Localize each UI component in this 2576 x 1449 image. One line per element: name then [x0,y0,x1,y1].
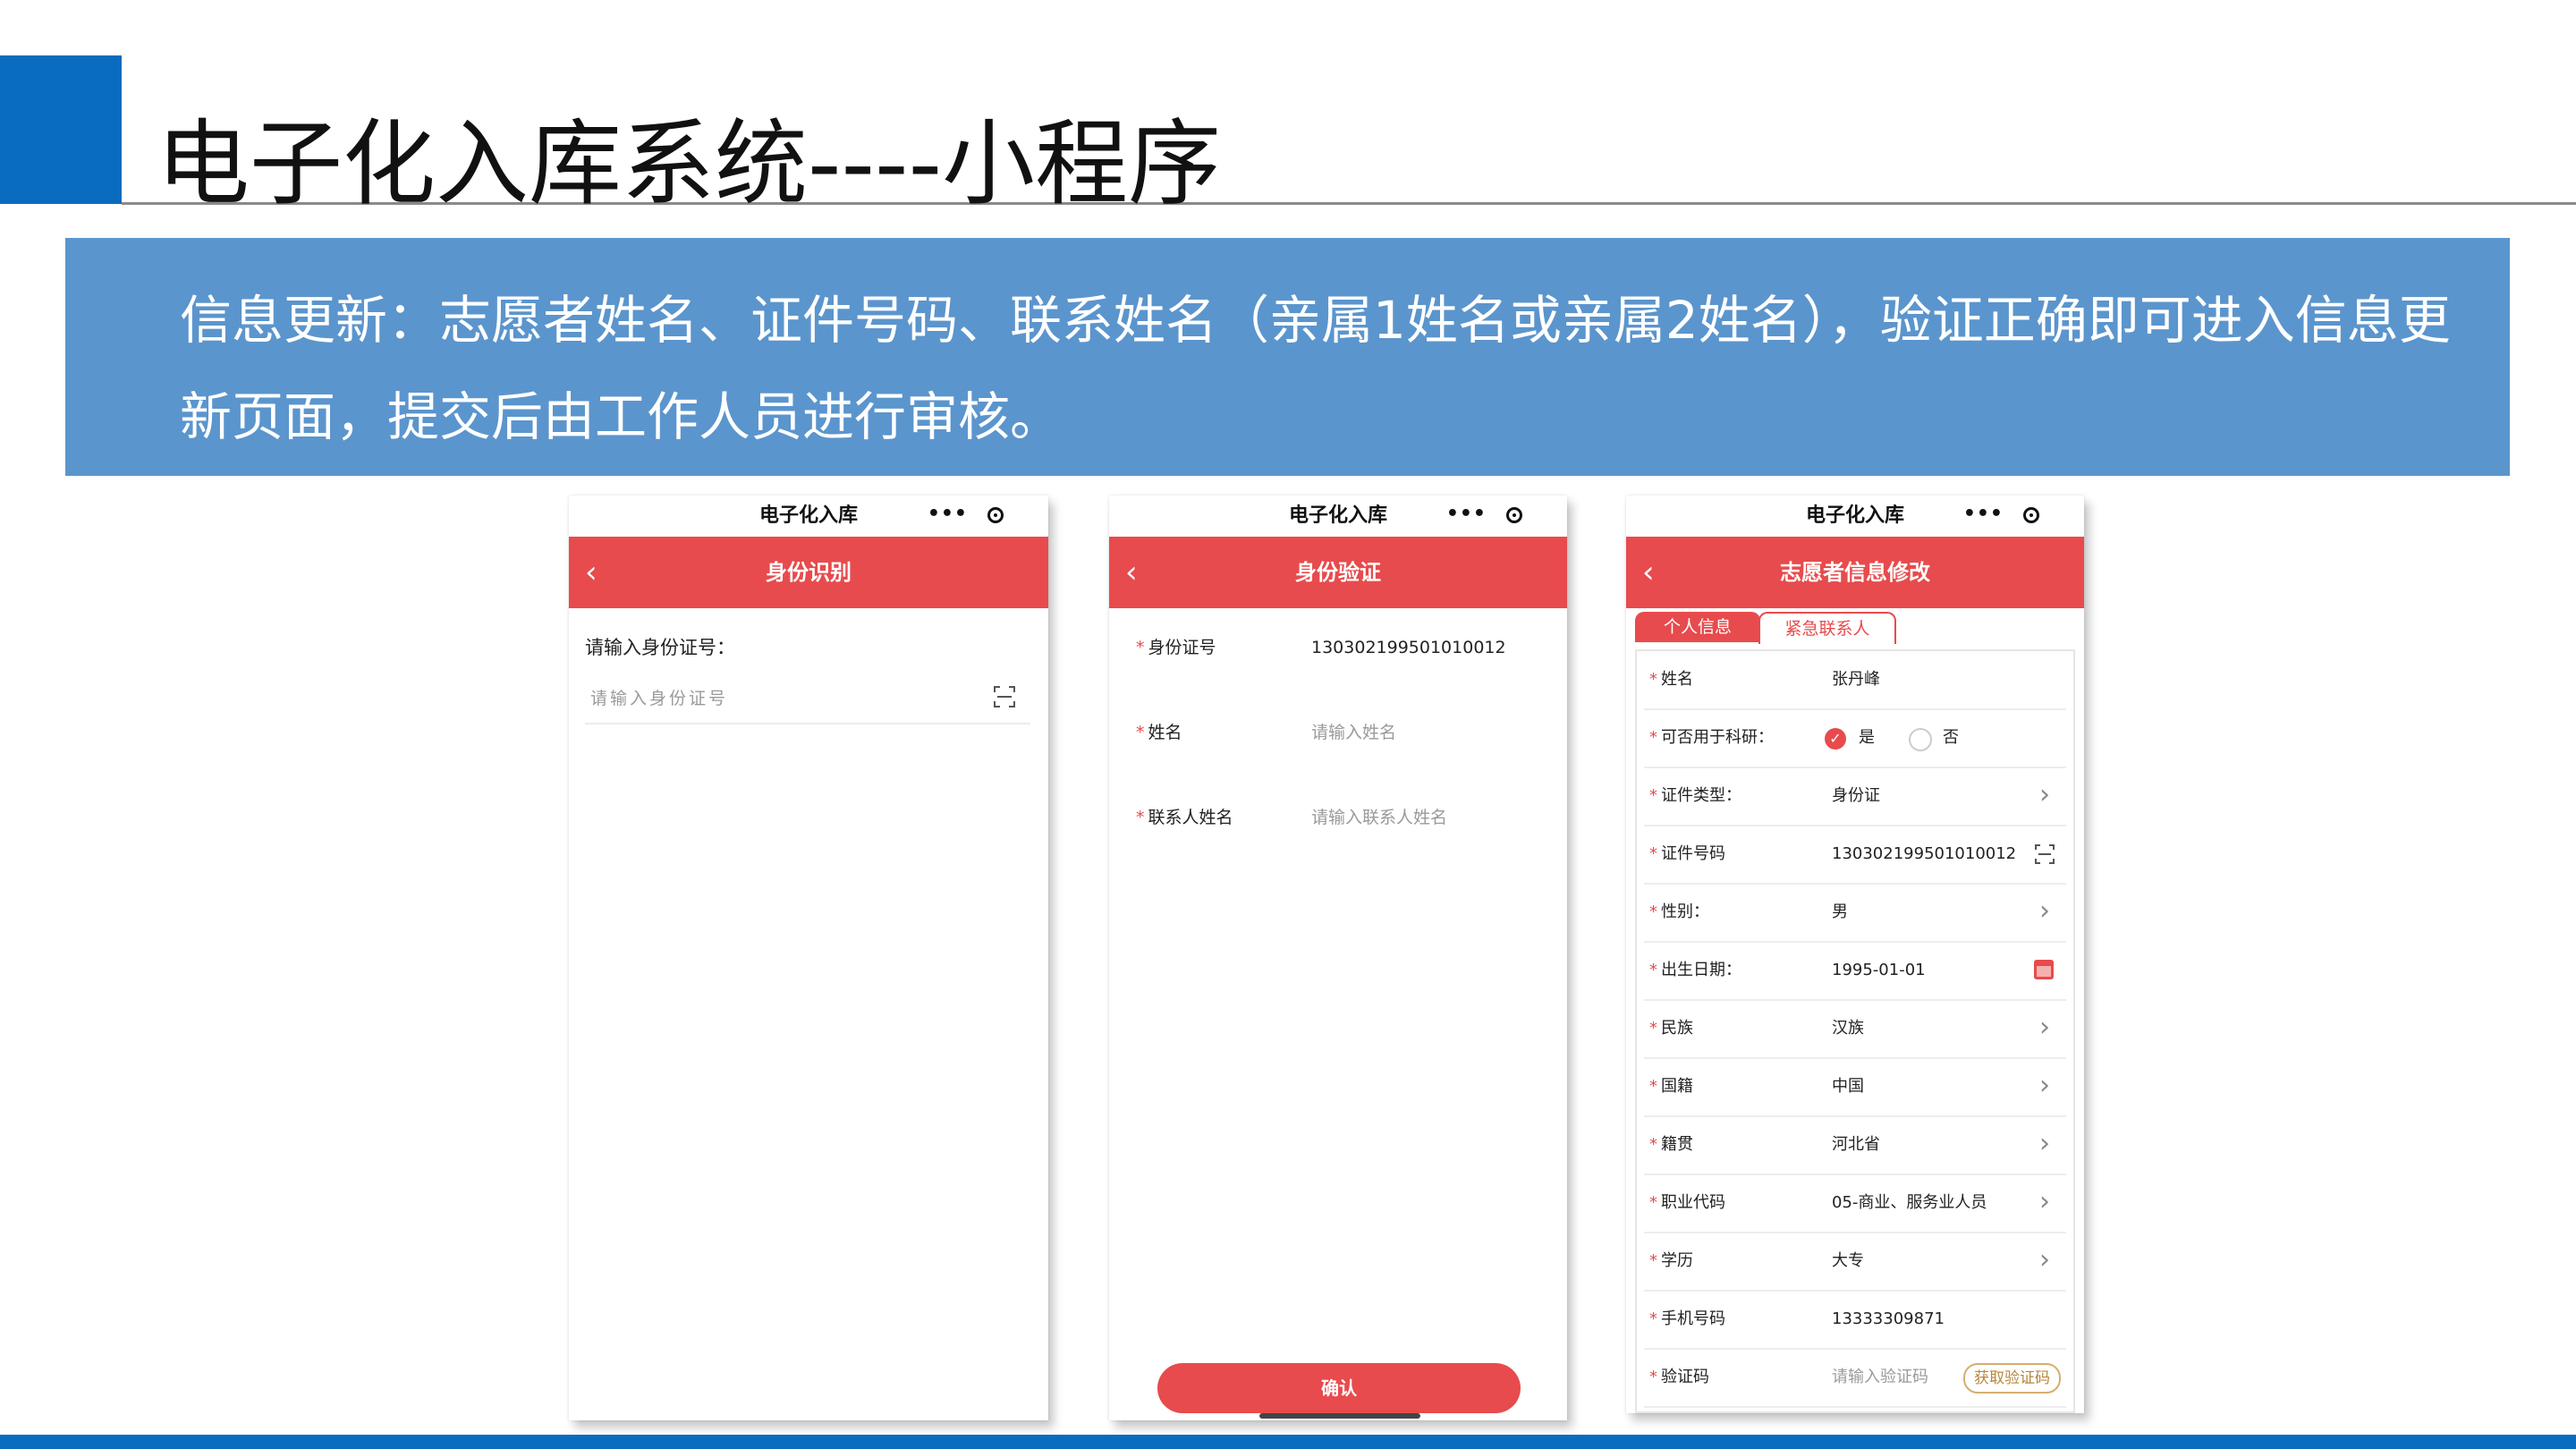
mini-program-title: 电子化入库 [1288,504,1387,527]
chevron-right-icon: › [2039,1070,2050,1101]
row-name[interactable]: * 姓名 张丹峰 [1644,651,2066,710]
row-birth-date[interactable]: * 出生日期： 1995-01-01 [1644,942,2066,1001]
radio-no-icon[interactable] [1909,728,1932,751]
contact-name-field[interactable]: * 联系人姓名 请输入联系人姓名 [1136,800,1549,835]
chevron-right-icon: › [2039,1244,2050,1275]
description-text: 信息更新：志愿者姓名、证件号码、联系姓名（亲属1姓名或亲属2姓名），验证正确即可… [180,290,2451,447]
get-code-button[interactable]: 获取验证码 [1963,1363,2061,1394]
row-nationality[interactable]: * 国籍 中国 › [1644,1058,2066,1117]
tab-personal-info[interactable]: 个人信息 [1635,612,1760,642]
row-id-number[interactable]: * 证件号码 130302199501010012 [1644,826,2066,885]
confirm-button[interactable]: 确认 [1157,1363,1521,1413]
nav-bar: ‹ 志愿者信息修改 [1626,537,2084,608]
contact-name-input[interactable]: 请输入联系人姓名 [1311,800,1447,835]
close-icon[interactable] [1506,507,1522,523]
id-input[interactable]: 请输入身份证号 [590,685,728,709]
nav-title: 志愿者信息修改 [1780,560,1930,585]
row-native-place[interactable]: * 籍贯 河北省 › [1644,1116,2066,1175]
tab-emergency-contact[interactable]: 紧急联系人 [1758,612,1896,644]
close-icon[interactable] [2023,507,2039,523]
name-field[interactable]: * 姓名 请输入姓名 [1136,715,1549,750]
chevron-right-icon: › [2039,1186,2050,1217]
id-label: 请输入身份证号： [585,637,735,658]
scan-icon[interactable] [2034,843,2055,865]
bottom-bar [0,1435,2576,1449]
slide-title: 电子化入库系统----小程序 [157,109,1222,218]
phone-screen-volunteer-edit: 电子化入库 ••• ‹ 志愿者信息修改 个人信息 紧急联系人 * 姓名 张丹峰 *… [1626,496,2084,1413]
mini-program-bar: 电子化入库 ••• [1109,496,1567,537]
row-occupation[interactable]: * 职业代码 05-商业、服务业人员 › [1644,1174,2066,1233]
chevron-right-icon: › [2039,1128,2050,1159]
mini-program-bar: 电子化入库 ••• [1626,496,2084,537]
row-ethnicity[interactable]: * 民族 汉族 › [1644,1000,2066,1059]
id-number-field[interactable]: * 身份证号 130302199501010012 [1136,630,1549,665]
close-icon[interactable] [987,507,1004,523]
form-list: * 姓名 张丹峰 * 可否用于科研： ✓ 是 否 * 证件类型： 身份证 › * 证件号… [1635,649,2075,1413]
chevron-right-icon: › [2039,1012,2050,1043]
verify-code-input[interactable]: 请输入验证码 [1832,1349,1928,1406]
nav-title: 身份识别 [766,560,852,585]
row-id-type[interactable]: * 证件类型： 身份证 › [1644,767,2066,826]
chevron-right-icon: › [2039,779,2050,810]
row-verify-code: * 验证码 请输入验证码 获取验证码 [1644,1349,2066,1408]
title-accent-block [0,55,122,204]
phone-screen-id-verify: 电子化入库 ••• ‹ 身份验证 * 身份证号 13030219950101001… [1109,496,1567,1420]
row-education[interactable]: * 学历 大专 › [1644,1233,2066,1292]
mini-program-bar: 电子化入库 ••• [569,496,1048,537]
tab-bar: 个人信息 紧急联系人 [1626,608,2084,644]
nav-title: 身份验证 [1295,560,1381,585]
more-icon[interactable]: ••• [1963,496,2004,533]
chevron-right-icon: › [2039,895,2050,927]
phone-screen-id-recognition: 电子化入库 ••• ‹ 身份识别 请输入身份证号： 请输入身份证号 [569,496,1048,1420]
more-icon[interactable]: ••• [1446,496,1487,533]
nav-bar: ‹ 身份识别 [569,537,1048,608]
more-icon[interactable]: ••• [928,496,968,533]
mini-program-title: 电子化入库 [1805,504,1904,527]
radio-yes-checked-icon[interactable]: ✓ [1825,728,1846,750]
row-gender[interactable]: * 性别： 男 › [1644,884,2066,943]
row-phone[interactable]: * 手机号码 13333309871 [1644,1291,2066,1350]
mini-program-title: 电子化入库 [758,504,858,527]
scan-icon[interactable] [993,685,1016,708]
id-number-value: 130302199501010012 [1311,638,1506,657]
home-indicator [1259,1413,1420,1419]
input-underline [585,723,1030,724]
nav-bar: ‹ 身份验证 [1109,537,1567,608]
name-input[interactable]: 请输入姓名 [1311,715,1396,750]
description-banner: 信息更新：志愿者姓名、证件号码、联系姓名（亲属1姓名或亲属2姓名），验证正确即可… [65,238,2510,476]
row-research-consent: * 可否用于科研： ✓ 是 否 [1644,709,2066,768]
calendar-icon[interactable] [2034,960,2054,979]
